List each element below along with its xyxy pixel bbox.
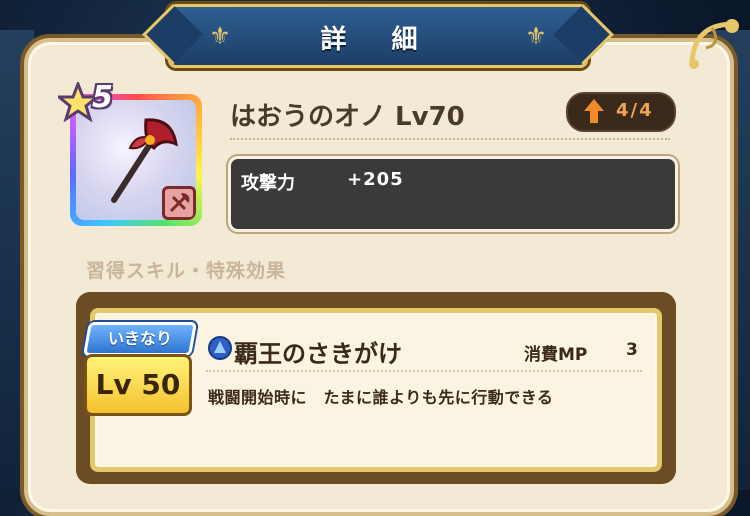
weapon-name: はおうのオノ Lv70 xyxy=(230,102,465,132)
section-heading: 習得スキル・特殊効果 xyxy=(86,260,287,282)
mp-value: 3 xyxy=(626,340,638,360)
header-banner: ⚜ 詳 細 ⚜ xyxy=(168,4,588,68)
refine-count: 4/4 xyxy=(616,100,654,121)
name-divider xyxy=(230,138,670,140)
fleur-right-icon: ⚜ xyxy=(525,22,547,50)
up-arrow-icon xyxy=(584,99,604,123)
skill-description: 戦闘開始時に たまに誰よりも先に行動できる xyxy=(208,388,554,407)
skill-level-label: Lv 50 xyxy=(95,368,181,401)
spell-orb-icon xyxy=(208,336,232,360)
skill-name: 覇王のさきがけ xyxy=(234,340,402,368)
stat-value: +205 xyxy=(347,169,404,190)
skill-tag-label: いきなり xyxy=(107,329,172,348)
refine-badge: 4/4 xyxy=(566,92,676,132)
mp-label: 消費MP xyxy=(524,345,588,365)
rarity-number: 5 xyxy=(92,80,113,115)
skill-divider xyxy=(206,370,642,372)
stat-label: 攻撃力 xyxy=(241,173,295,194)
stat-box: 攻撃力 +205 xyxy=(228,156,678,232)
skill-tag: いきなり xyxy=(83,322,197,356)
corner-ornament-icon xyxy=(689,19,739,69)
skill-level-badge: Lv 50 xyxy=(84,354,192,416)
axe-type-icon xyxy=(162,186,196,220)
